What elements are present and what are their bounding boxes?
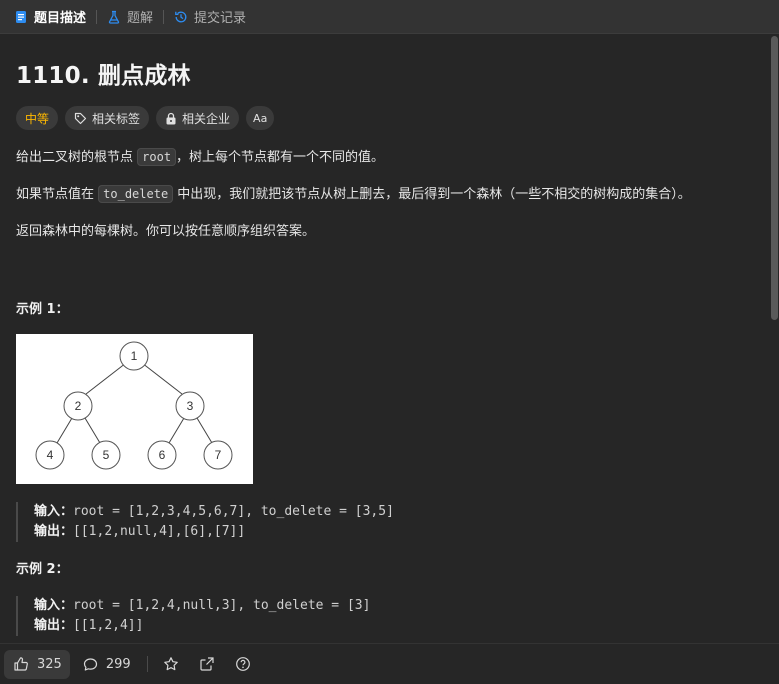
- example-1-input-line: 输入：root = [1,2,3,4,5,6,7], to_delete = […: [34, 502, 756, 522]
- scrollbar-thumb[interactable]: [771, 36, 778, 320]
- tree-edge: [85, 362, 127, 395]
- input-label: 输入：: [34, 598, 74, 613]
- tree-node-label: 6: [159, 448, 166, 462]
- tree-edge: [196, 417, 213, 444]
- tree-edge: [168, 417, 185, 444]
- footer-divider: [146, 656, 148, 672]
- inline-code-to-delete: to_delete: [98, 185, 174, 203]
- help-button[interactable]: [233, 654, 253, 674]
- binary-tree-diagram: 1 2 3 4 5 6 7: [35, 341, 233, 470]
- like-count: 325: [37, 656, 62, 672]
- tab-submissions-label: 提交记录: [194, 11, 247, 26]
- tab-description[interactable]: 题目描述: [8, 0, 92, 34]
- description-paragraph-1: 给出二叉树的根节点 root ，树上每个节点都有一个不同的值。: [16, 147, 756, 168]
- p2-text-before: 如果节点值在: [16, 187, 99, 202]
- input-label: 输入：: [34, 504, 74, 519]
- problem-content: 1110. 删点成林 中等 相关标签 相关企业 Aa 给出二叉树的根节点 roo…: [16, 34, 756, 636]
- example-2-title: 示例 2：: [16, 562, 69, 577]
- related-tags-button[interactable]: 相关标签: [65, 106, 150, 130]
- question-icon: [235, 657, 250, 671]
- star-icon: [163, 657, 178, 671]
- tree-edge: [84, 417, 101, 444]
- favorite-button[interactable]: [161, 654, 181, 674]
- tree-edge: [56, 417, 73, 444]
- description-icon: [16, 10, 26, 23]
- footer-toolbar: 325 299: [0, 643, 779, 684]
- lock-icon: [166, 112, 176, 124]
- example-2-input: root = [1,2,4,null,3], to_delete = [3]: [73, 598, 371, 613]
- scrollbar[interactable]: [771, 36, 778, 642]
- history-icon: [175, 11, 187, 22]
- tag-row: 中等 相关标签 相关企业 Aa: [16, 106, 756, 130]
- tree-node-label: 1: [131, 349, 138, 363]
- tab-divider: [163, 9, 165, 24]
- description-paragraph-3: 返回森林中的每棵树。你可以按任意顺序组织答案。: [16, 224, 316, 239]
- difficulty-badge[interactable]: 中等: [16, 106, 59, 130]
- translate-icon: Aa: [253, 111, 268, 125]
- comment-icon: [83, 657, 97, 671]
- tree-node-label: 7: [215, 448, 222, 462]
- example-2-input-line: 输入：root = [1,2,4,null,3], to_delete = [3…: [34, 596, 756, 616]
- tab-bar: 题目描述 题解 提交记录: [0, 0, 779, 34]
- example-1-output: [[1,2,null,4],[6],[7]]: [73, 524, 246, 539]
- example-1-tree-image: 1 2 3 4 5 6 7: [16, 334, 253, 484]
- tree-edge: [141, 362, 183, 395]
- translate-button[interactable]: Aa: [246, 106, 275, 130]
- flask-icon: [108, 10, 120, 24]
- problem-title: 1110. 删点成林: [16, 63, 191, 89]
- tab-solutions[interactable]: 题解: [101, 0, 159, 34]
- related-companies-button[interactable]: 相关企业: [156, 106, 240, 130]
- example-1-input: root = [1,2,3,4,5,6,7], to_delete = [3,5…: [73, 504, 394, 519]
- p1-text-after: ，树上每个节点都有一个不同的值。: [176, 150, 385, 165]
- example-2-block: 输入：root = [1,2,4,null,3], to_delete = [3…: [16, 596, 756, 636]
- share-icon: [200, 657, 214, 671]
- example-1-title: 示例 1：: [16, 302, 69, 317]
- output-label: 输出：: [34, 524, 74, 539]
- related-companies-label: 相关企业: [182, 111, 231, 126]
- tab-description-label: 题目描述: [34, 11, 87, 26]
- example-1-block: 输入：root = [1,2,3,4,5,6,7], to_delete = […: [16, 502, 756, 542]
- tab-solutions-label: 题解: [127, 11, 154, 26]
- tree-node-label: 5: [103, 448, 110, 462]
- related-tags-label: 相关标签: [92, 111, 141, 126]
- example-1-output-line: 输出：[[1,2,null,4],[6],[7]]: [34, 522, 756, 542]
- inline-code-root: root: [137, 148, 177, 166]
- share-button[interactable]: [197, 654, 217, 674]
- output-label: 输出：: [34, 618, 74, 633]
- thumbs-up-icon: [14, 657, 28, 671]
- tree-node-label: 2: [75, 399, 82, 413]
- comments-button[interactable]: 299: [83, 657, 131, 672]
- tree-node-label: 3: [187, 399, 194, 413]
- description-paragraph-2: 如果节点值在 to_delete 中出现，我们就把该节点从树上删去，最后得到一个…: [16, 184, 756, 205]
- like-button[interactable]: 325: [4, 649, 70, 679]
- tag-icon: [74, 112, 87, 124]
- example-2-output-line: 输出：[[1,2,4]]: [34, 616, 756, 636]
- example-2-output: [[1,2,4]]: [73, 618, 144, 633]
- comment-count: 299: [105, 656, 131, 672]
- tab-submissions[interactable]: 提交记录: [168, 0, 252, 34]
- tree-node-label: 4: [47, 448, 54, 462]
- p2-text-after: 中出现，我们就把该节点从树上删去，最后得到一个森林（一些不相交的树构成的集合）。: [173, 187, 691, 202]
- p1-text-before: 给出二叉树的根节点: [16, 150, 138, 165]
- tab-divider: [96, 9, 98, 24]
